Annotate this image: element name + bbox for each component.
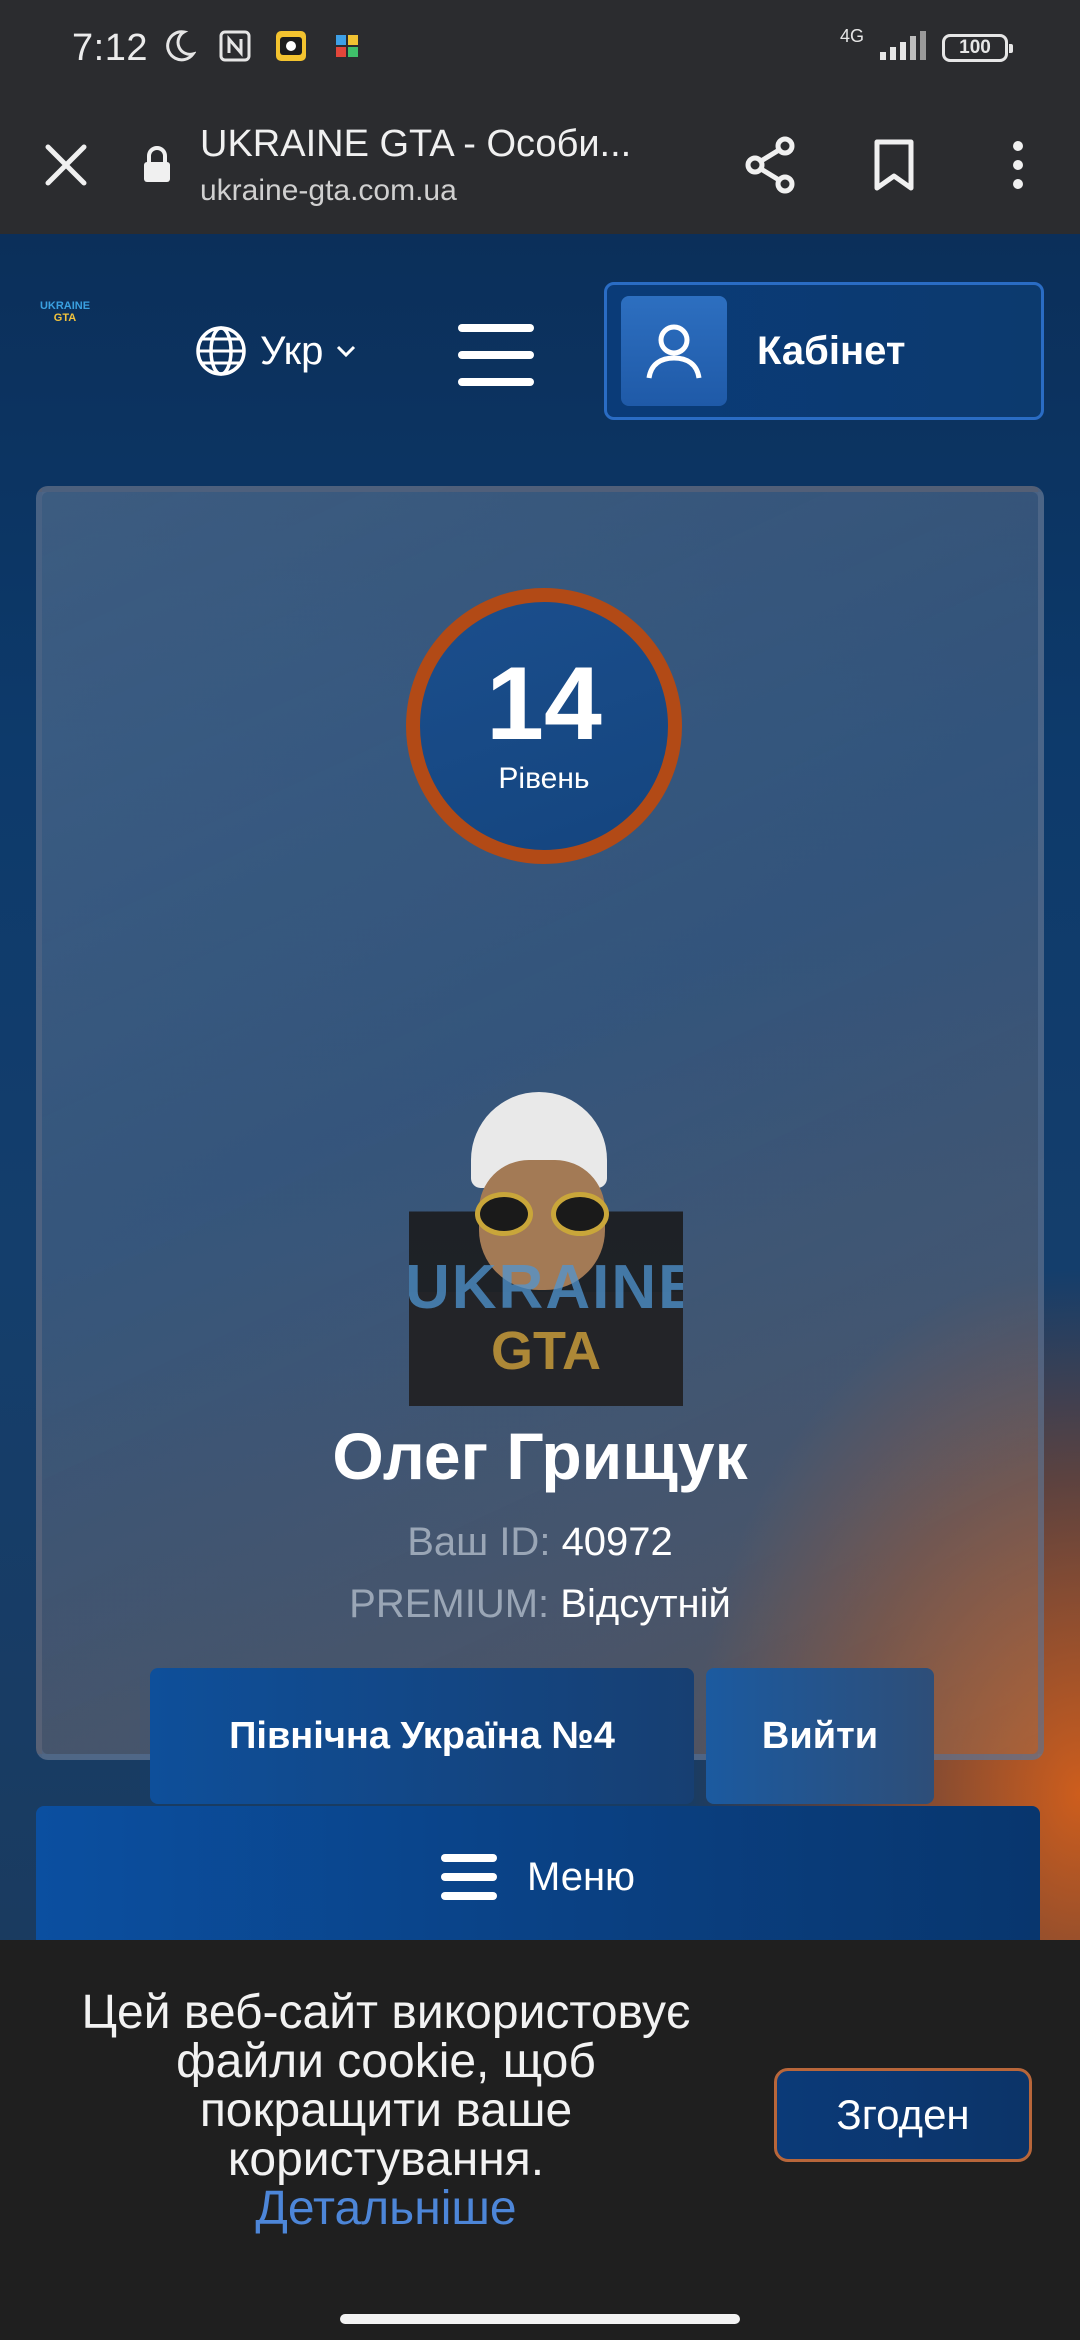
level-badge: 14 Рівень <box>406 588 682 864</box>
hamburger-line <box>458 351 534 359</box>
chevron-down-icon <box>337 345 356 358</box>
player-id-line: Ваш ID: 40972 <box>42 1520 1038 1565</box>
avatar-watermark-2: GTA <box>491 1321 601 1381</box>
network-label: 4G <box>839 25 864 46</box>
status-right: 4G 100 <box>840 26 1013 67</box>
app-notification-icon <box>274 29 308 68</box>
menu-icon-line <box>440 1854 497 1862</box>
puzzle-app-icon <box>330 29 364 68</box>
hamburger-line <box>458 324 534 332</box>
share-button[interactable] <box>708 96 832 234</box>
browser-toolbar: UKRAINE GTA - Особи... ukraine-gta.com.u… <box>0 96 1080 234</box>
language-label: Укр <box>260 328 324 373</box>
avatar: UKRAINE GTA <box>409 1092 683 1406</box>
avatar-glasses <box>475 1192 609 1236</box>
avatar-watermark: UKRAINE <box>409 1253 683 1322</box>
avatar-lens <box>551 1192 609 1236</box>
cabinet-button[interactable]: Кабінет <box>604 282 1044 420</box>
avatar-lens <box>475 1192 533 1236</box>
menu-icon-line <box>440 1892 497 1900</box>
menu-icon-line <box>440 1873 497 1881</box>
address-block[interactable]: UKRAINE GTA - Особи... ukraine-gta.com.u… <box>132 123 692 208</box>
cookie-agree-button[interactable]: Згоден <box>774 2068 1032 2162</box>
home-indicator[interactable] <box>340 2314 740 2324</box>
level-number: 14 <box>486 646 602 762</box>
lock-icon <box>132 146 182 184</box>
status-bar: 7:12 4G 100 <box>0 0 1080 96</box>
nfc-icon <box>218 29 252 68</box>
player-id-value: 40972 <box>561 1520 673 1564</box>
language-selector[interactable]: Укр <box>194 324 357 378</box>
more-options-button[interactable] <box>956 96 1080 234</box>
battery-indicator: 100 <box>942 34 1013 62</box>
share-icon <box>745 136 795 194</box>
premium-value: Відсутній <box>560 1582 731 1626</box>
player-name: Олег Грищук <box>332 1419 748 1493</box>
status-time: 7:12 <box>72 26 148 69</box>
menu-icon <box>440 1854 497 1900</box>
menu-button[interactable]: Меню <box>36 1806 1040 1948</box>
server-button[interactable]: Північна Україна №4 <box>150 1668 694 1804</box>
close-tab-button[interactable] <box>0 96 132 234</box>
cookie-message: Цей веб-сайт використовує файли cookie, … <box>56 1988 716 2233</box>
system-nav-bar <box>0 2300 1080 2340</box>
browser-actions <box>708 96 1080 234</box>
cookie-details-link[interactable]: Детальніше <box>255 2182 516 2235</box>
globe-icon <box>196 326 246 376</box>
premium-label: PREMIUM: <box>349 1582 550 1626</box>
signal-icon <box>878 30 928 67</box>
close-icon <box>45 144 87 186</box>
logout-button[interactable]: Вийти <box>706 1668 934 1804</box>
hamburger-line <box>458 378 534 386</box>
site-header: UKRAINE GTA Укр Кабінет <box>0 234 1080 424</box>
player-id-label: Ваш ID: <box>407 1520 551 1564</box>
cookie-text: Цей веб-сайт використовує файли cookie, … <box>81 1986 691 2186</box>
user-icon <box>621 296 727 406</box>
profile-card: 14 Рівень UKRAINE GTA Олег Грищук Ваш ID… <box>36 486 1044 1804</box>
logo-line-1: UKRAINE <box>39 300 91 312</box>
cookie-banner: Цей веб-сайт використовує файли cookie, … <box>0 1940 1080 2300</box>
hamburger-menu-button[interactable] <box>458 324 534 386</box>
url-texts: UKRAINE GTA - Особи... ukraine-gta.com.u… <box>200 123 631 208</box>
site-content: UKRAINE GTA Укр Кабінет 14 Рівень UKRAIN… <box>0 234 1080 1948</box>
logo-line-2: GTA <box>53 312 77 324</box>
bookmark-icon <box>874 139 914 191</box>
cabinet-label: Кабінет <box>757 328 906 373</box>
page-title: UKRAINE GTA - Особи... <box>200 122 632 165</box>
more-vert-icon <box>1013 141 1023 189</box>
page-url: ukraine-gta.com.ua <box>200 173 457 207</box>
bookmark-button[interactable] <box>832 96 956 234</box>
screen: 7:12 4G 100 UKRAINE GTA - Особи... ukrai… <box>0 0 1080 2340</box>
level-label: Рівень <box>498 762 590 795</box>
status-icons <box>162 29 364 68</box>
menu-label: Меню <box>526 1854 636 1899</box>
moon-icon <box>162 29 197 68</box>
premium-status-line: PREMIUM: Відсутній <box>42 1582 1038 1627</box>
site-logo[interactable]: UKRAINE GTA <box>36 300 94 330</box>
